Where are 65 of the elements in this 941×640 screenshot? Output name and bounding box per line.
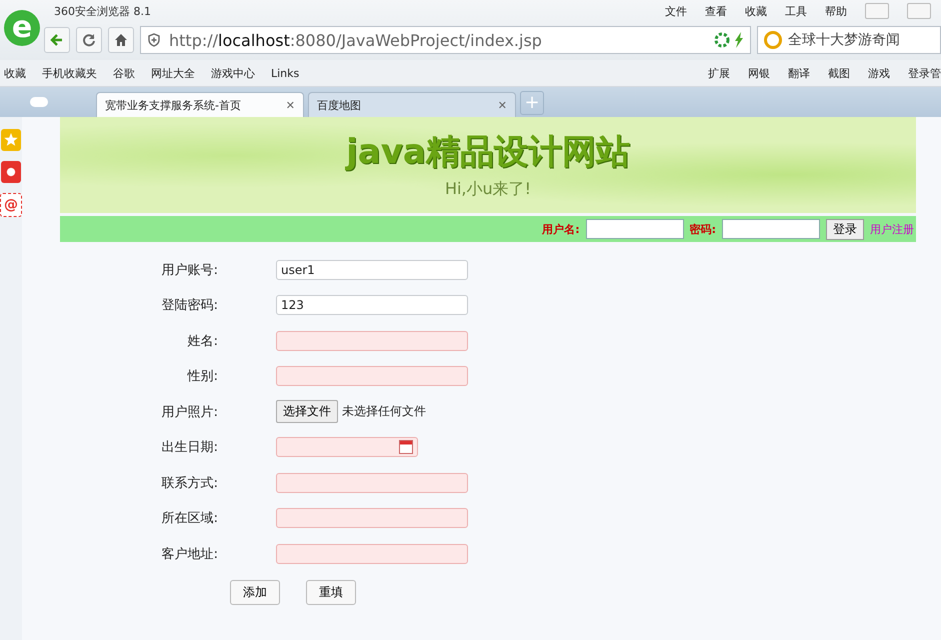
- field-label: 用户账号:: [160, 262, 219, 279]
- at-sign-icon[interactable]: @: [0, 193, 22, 217]
- toolbar-item[interactable]: 网银: [748, 66, 770, 80]
- choose-file-button[interactable]: 选择文件: [276, 400, 338, 424]
- field-label: 姓名:: [186, 332, 219, 350]
- username-label: 用户名:: [542, 222, 580, 236]
- toolbar-item[interactable]: 翻译: [788, 66, 810, 80]
- input-field[interactable]: [276, 508, 468, 528]
- bookmark-item[interactable]: 网址大全: [151, 66, 195, 80]
- browser-tab[interactable]: 百度地图 ✕: [308, 92, 516, 117]
- loading-icon[interactable]: [714, 32, 730, 48]
- close-icon[interactable]: ✕: [498, 98, 507, 112]
- shield-icon[interactable]: [147, 33, 161, 47]
- input-field[interactable]: [276, 472, 468, 493]
- calendar-icon[interactable]: [399, 440, 413, 454]
- file-status: 未选择任何文件: [342, 403, 426, 420]
- site-title: java精品设计网站: [346, 131, 630, 174]
- form-button[interactable]: 添加: [230, 580, 280, 604]
- bookmark-item[interactable]: 游戏中心: [211, 66, 255, 80]
- site-subtitle: Hi,小u来了!: [444, 179, 532, 200]
- password-field[interactable]: [722, 219, 820, 239]
- menu-item[interactable]: 工具: [785, 4, 807, 18]
- bookmark-item[interactable]: 谷歌: [113, 66, 135, 80]
- search-field[interactable]: 全球十大梦游奇闻: [757, 26, 941, 54]
- username-field[interactable]: [586, 219, 684, 239]
- field-label: 出生日期:: [160, 439, 219, 456]
- menu-item[interactable]: 查看: [705, 4, 727, 18]
- input-field[interactable]: [276, 366, 468, 386]
- menu-item[interactable]: 帮助: [825, 4, 847, 18]
- field-label: 登陆密码:: [160, 297, 219, 314]
- back-arrow-icon: [50, 33, 64, 47]
- window-title: 360安全浏览器 8.1: [54, 4, 151, 18]
- browser-logo-icon: e: [4, 10, 40, 46]
- password-label: 密码:: [690, 222, 716, 236]
- toolbar-item[interactable]: 截图: [828, 66, 850, 80]
- home-icon: [114, 33, 128, 47]
- input-field[interactable]: [276, 330, 468, 351]
- field-label: 客户地址:: [160, 546, 219, 563]
- lightning-icon[interactable]: [734, 32, 744, 48]
- close-icon[interactable]: ✕: [286, 98, 295, 112]
- refresh-button[interactable]: [76, 27, 102, 53]
- input-field[interactable]: 123: [276, 295, 468, 316]
- address-field[interactable]: http://localhost:8080/JavaWebProject/index.jsp: [140, 26, 751, 54]
- cloud-icon[interactable]: [30, 97, 48, 107]
- back-button[interactable]: [44, 27, 70, 53]
- field-label: 性别:: [186, 368, 219, 386]
- home-button[interactable]: [108, 27, 134, 53]
- browser-tab[interactable]: 宽带业务支撑服务系统-首页 ✕: [96, 92, 304, 117]
- login-button[interactable]: 登录: [826, 218, 864, 240]
- field-label: 所在区域:: [160, 510, 219, 528]
- form-button[interactable]: 重填: [306, 580, 356, 604]
- refresh-icon: [82, 33, 96, 47]
- field-label: 用户照片:: [160, 404, 219, 421]
- bookmark-item[interactable]: 手机收藏夹: [42, 66, 97, 80]
- bookmark-item[interactable]: Links: [271, 66, 300, 80]
- input-field[interactable]: user1: [276, 260, 468, 280]
- toolbar-item[interactable]: 扩展: [708, 66, 730, 80]
- menu-item[interactable]: 收藏: [745, 4, 767, 18]
- toolbar-item[interactable]: 登录管: [908, 66, 941, 80]
- input-field[interactable]: [276, 544, 468, 564]
- date-field[interactable]: [276, 437, 418, 458]
- field-label: 联系方式:: [160, 474, 219, 492]
- bookmark-item[interactable]: 收藏: [4, 66, 26, 80]
- toolbar-item[interactable]: 游戏: [868, 66, 890, 80]
- menu-item[interactable]: 文件: [665, 4, 687, 18]
